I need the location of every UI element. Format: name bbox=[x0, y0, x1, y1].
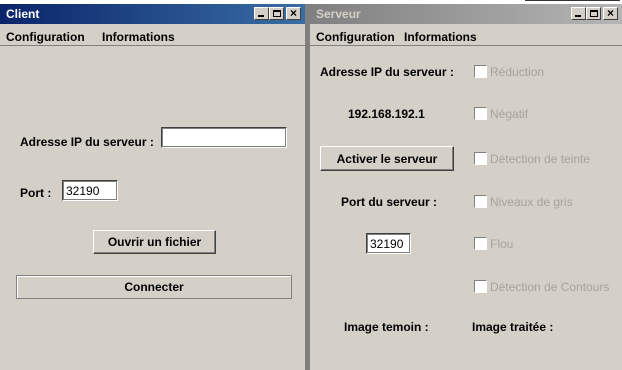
filter-niveaux-gris-label: Niveaux de gris bbox=[490, 195, 573, 209]
filter-detection-contours-label: Détection de Contours bbox=[490, 280, 610, 294]
client-menu-informations[interactable]: Informations bbox=[102, 30, 175, 44]
client-port-label: Port : bbox=[20, 186, 52, 200]
client-window-title: Client bbox=[6, 7, 40, 21]
close-icon: × bbox=[289, 6, 297, 20]
serveur-window-title: Serveur bbox=[316, 7, 361, 21]
checkbox-icon bbox=[474, 237, 487, 250]
client-menu-configuration[interactable]: Configuration bbox=[6, 30, 85, 44]
serveur-port-label: Port du serveur : bbox=[341, 195, 438, 209]
serveur-menu-bar: Configuration Informations bbox=[310, 25, 622, 46]
checkbox-icon bbox=[474, 65, 487, 78]
client-ip-input[interactable] bbox=[161, 127, 287, 148]
serveur-menu-informations[interactable]: Informations bbox=[404, 30, 477, 44]
filter-flou-label: Flou bbox=[490, 237, 514, 251]
minimize-icon bbox=[258, 15, 264, 17]
serveur-menu-configuration[interactable]: Configuration bbox=[316, 30, 395, 44]
serveur-title-bar[interactable]: Serveur × bbox=[310, 4, 622, 24]
serveur-port-input[interactable] bbox=[366, 233, 411, 254]
serveur-ip-label: Adresse IP du serveur : bbox=[320, 65, 454, 79]
image-traitee-label: Image traitée : bbox=[472, 320, 554, 334]
activate-server-button[interactable]: Activer le serveur bbox=[320, 146, 454, 171]
filter-detection-teinte-label: Détection de teinte bbox=[490, 152, 591, 166]
client-title-bar[interactable]: Client × bbox=[0, 4, 305, 24]
serveur-window: Serveur × Configuration Informations Adr… bbox=[310, 4, 622, 370]
checkbox-icon bbox=[474, 195, 487, 208]
close-icon: × bbox=[606, 6, 614, 20]
client-ip-label: Adresse IP du serveur : bbox=[20, 135, 154, 149]
serveur-window-controls: × bbox=[571, 6, 618, 21]
image-temoin-label: Image temoin : bbox=[344, 320, 429, 334]
filter-negatif-label: Négatif bbox=[490, 107, 529, 121]
client-minimize-button[interactable] bbox=[254, 7, 269, 20]
serveur-close-button[interactable]: × bbox=[603, 6, 618, 20]
checkbox-icon bbox=[474, 280, 487, 293]
connect-button[interactable]: Connecter bbox=[16, 275, 292, 299]
minimize-icon bbox=[575, 15, 581, 17]
serveur-minimize-button[interactable] bbox=[571, 7, 586, 20]
client-window: Client × Configuration Informations Adre… bbox=[0, 4, 306, 370]
client-maximize-button[interactable] bbox=[269, 7, 284, 20]
client-menu-bar: Configuration Informations bbox=[0, 25, 305, 46]
cropped-link-underline bbox=[525, 0, 620, 1]
open-file-button[interactable]: Ouvrir un fichier bbox=[93, 230, 216, 254]
client-window-controls: × bbox=[254, 6, 301, 21]
checkbox-icon bbox=[474, 107, 487, 120]
filter-reduction-label: Réduction bbox=[490, 65, 545, 79]
serveur-ip-value: 192.168.192.1 bbox=[348, 107, 425, 121]
maximize-icon bbox=[590, 10, 598, 17]
client-close-button[interactable]: × bbox=[286, 6, 301, 20]
maximize-icon bbox=[273, 10, 281, 17]
checkbox-icon bbox=[474, 152, 487, 165]
client-port-input[interactable] bbox=[62, 180, 118, 201]
serveur-maximize-button[interactable] bbox=[586, 7, 601, 20]
